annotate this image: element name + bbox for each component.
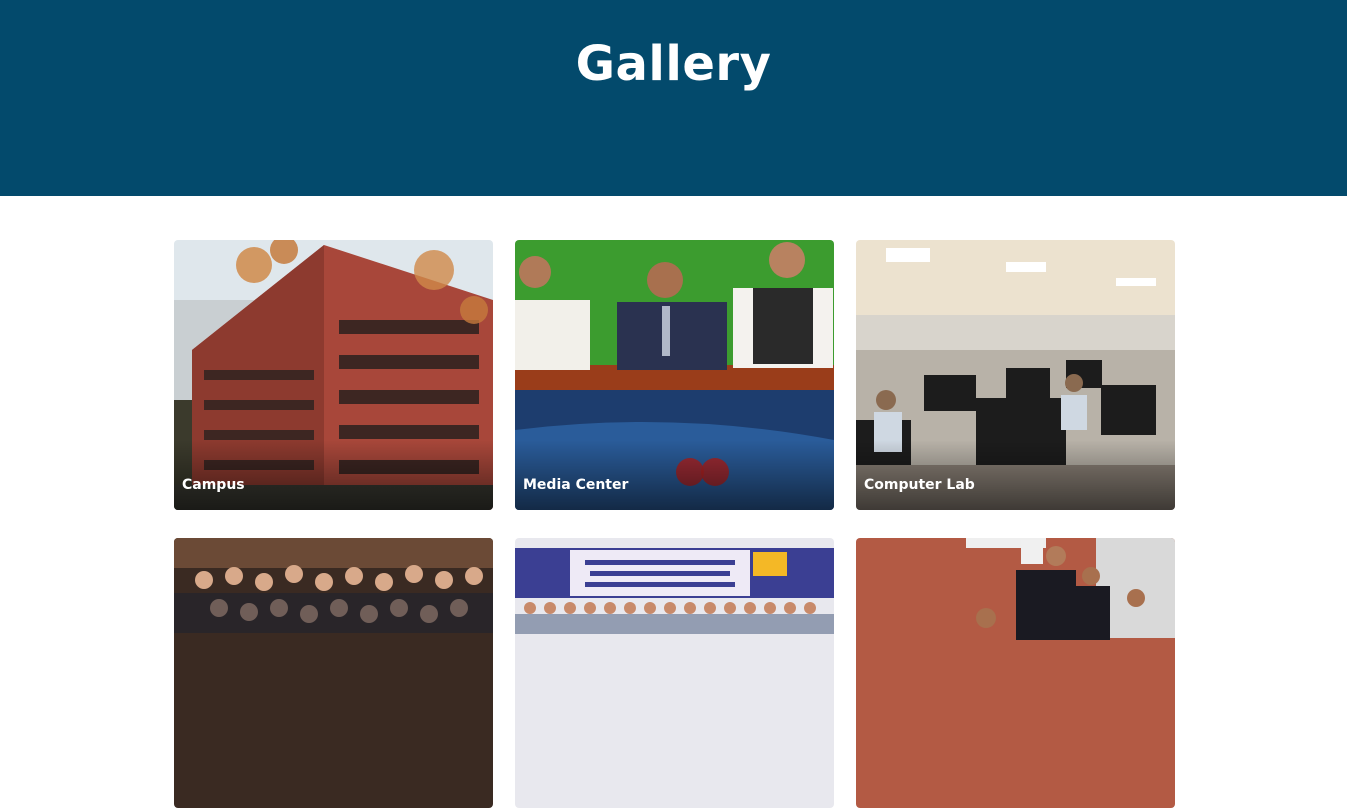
caption-shade	[856, 440, 1175, 510]
classroom-photo	[856, 538, 1175, 808]
gallery-card-group-photo[interactable]	[174, 538, 493, 808]
gallery-card-label: Computer Lab	[864, 477, 975, 493]
caption-shade	[515, 440, 834, 510]
gallery-card-label: Campus	[182, 477, 245, 493]
page-title: Gallery	[575, 36, 772, 92]
gallery-card-label: Media Center	[523, 477, 629, 493]
gallery-card-campus[interactable]: Campus	[174, 240, 493, 510]
gallery-card-classroom-photo[interactable]	[856, 538, 1175, 808]
page-header: Gallery	[0, 0, 1347, 196]
event-photo	[515, 538, 834, 808]
caption-shade	[174, 440, 493, 510]
gallery-card-computer-lab[interactable]: Computer Lab	[856, 240, 1175, 510]
gallery-card-media-center[interactable]: Media Center	[515, 240, 834, 510]
group-photo	[174, 538, 493, 808]
gallery-card-event-photo[interactable]	[515, 538, 834, 808]
